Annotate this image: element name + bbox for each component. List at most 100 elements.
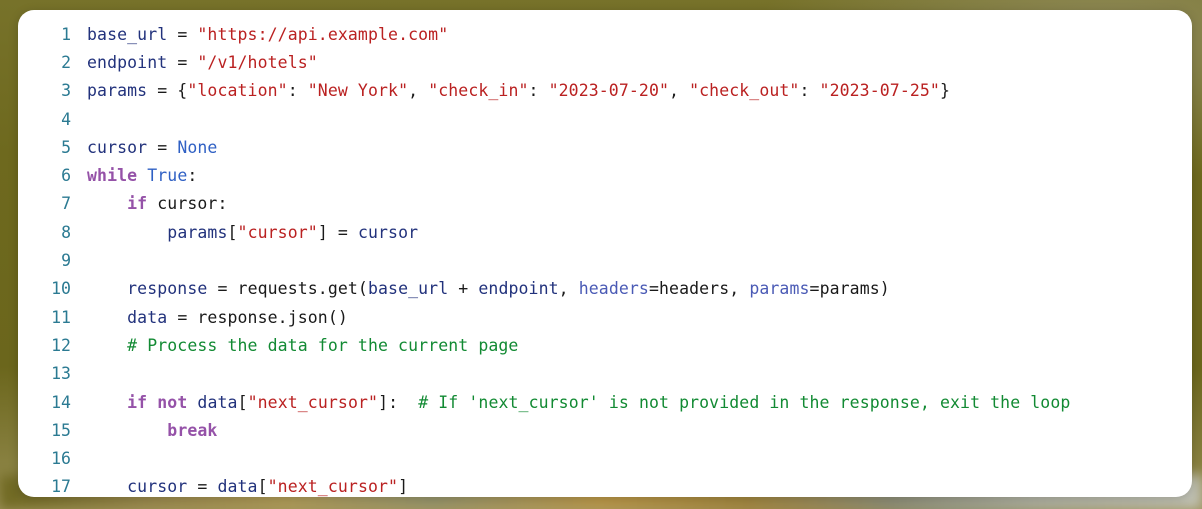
line-number: 14 (51, 392, 71, 412)
code-token-operator: ]: (378, 392, 419, 412)
code-listing: 1 base_url = "https://api.example.com" 2 en… (18, 20, 1192, 497)
line-number: 13 (51, 364, 71, 384)
code-token-variable: cursor (357, 222, 419, 242)
code-line: 10 response = requests.get(base_url + en… (18, 275, 1192, 303)
code-token-operator: = (167, 24, 198, 44)
code-token-variable: params (167, 222, 228, 242)
code-token-variable: endpoint (87, 52, 168, 72)
code-line: 2 endpoint = "/v1/hotels" (18, 48, 1192, 76)
code-line-source (87, 360, 1192, 388)
code-token-string: "location" (187, 81, 288, 101)
code-token-variable: data (217, 477, 258, 497)
code-token-operator: =params) (809, 279, 890, 299)
code-token-string: "check_in" (428, 81, 529, 101)
code-line-source: # Process the data for the current page (87, 331, 1192, 359)
code-line-source: params["cursor"] = cursor (87, 218, 1192, 246)
line-number: 16 (51, 449, 71, 469)
code-line: 1 base_url = "https://api.example.com" (18, 20, 1192, 48)
code-line: 7 if cursor: (18, 190, 1192, 218)
line-number: 12 (51, 335, 71, 355)
line-number: 9 (61, 251, 71, 271)
code-token-operator: : (187, 166, 198, 186)
code-line: 12 # Process the data for the current pa… (18, 331, 1192, 359)
code-token-string: "2023-07-25" (819, 81, 940, 101)
code-line: 6 while True: (18, 161, 1192, 189)
code-line-source: if not data["next_cursor"]: # If 'next_c… (87, 388, 1192, 416)
code-token-builtin: True (147, 166, 188, 186)
code-token-variable: params (87, 81, 148, 101)
code-token-keyword-argument: headers (578, 279, 649, 299)
code-token-variable: data (127, 307, 168, 327)
line-number: 1 (61, 24, 71, 44)
code-token-operator: = (207, 279, 238, 299)
code-token-operator: ] = (317, 222, 358, 242)
line-number: 5 (61, 137, 71, 157)
code-token-variable: cursor (87, 137, 148, 157)
code-token-operator: = (167, 52, 198, 72)
code-token-operator: + (448, 279, 479, 299)
code-token-operator: = { (147, 81, 188, 101)
code-token-string: "2023-07-20" (548, 81, 670, 101)
code-token-keyword: if (127, 392, 148, 412)
code-token-string: "/v1/hotels" (197, 52, 318, 72)
code-token-plain: response.json() (197, 307, 348, 327)
code-token-variable: cursor (127, 477, 188, 497)
line-number: 2 (61, 52, 71, 72)
code-token-operator: , (408, 81, 429, 101)
code-line-source: base_url = "https://api.example.com" (87, 20, 1192, 48)
code-line: 4 (18, 105, 1192, 133)
code-token-operator: = (187, 477, 218, 497)
code-line: 5 cursor = None (18, 133, 1192, 161)
line-number: 17 (51, 477, 71, 497)
code-token-comment: # Process the data for the current page (127, 335, 519, 355)
code-token-comment: # If 'next_cursor' is not provided in th… (418, 392, 1071, 412)
code-token-keyword: break (167, 420, 218, 440)
code-line-source: params = {"location": "New York", "check… (87, 77, 1192, 105)
code-line-source: endpoint = "/v1/hotels" (87, 48, 1192, 76)
line-number: 3 (61, 81, 71, 101)
code-token-keyword: not (157, 392, 188, 412)
code-line-source: cursor = data["next_cursor"] (87, 473, 1192, 497)
code-line: 11 data = response.json() (18, 303, 1192, 331)
code-token-operator: , (558, 279, 579, 299)
code-token-operator: , (669, 81, 690, 101)
code-token-operator: : (528, 81, 549, 101)
code-token-string: "cursor" (237, 222, 318, 242)
code-line: 8 params["cursor"] = cursor (18, 218, 1192, 246)
code-listing-body: 1 base_url = "https://api.example.com" 2 en… (18, 20, 1192, 497)
line-number: 8 (61, 222, 71, 242)
line-number: 7 (61, 194, 71, 214)
code-line: 14 if not data["next_cursor"]: # If 'nex… (18, 388, 1192, 416)
code-token-operator: ] (398, 477, 409, 497)
code-line-source: data = response.json() (87, 303, 1192, 331)
code-token-variable: data (197, 392, 238, 412)
code-line: 9 (18, 246, 1192, 274)
code-line: 16 (18, 444, 1192, 472)
code-token-plain: requests.get( (237, 279, 368, 299)
code-token-string: "New York" (307, 81, 409, 101)
code-line: 15 break (18, 416, 1192, 444)
code-line-source: if cursor: (87, 190, 1192, 218)
code-token-variable: base_url (367, 279, 449, 299)
code-token-variable: endpoint (478, 279, 559, 299)
code-token-string: "next_cursor" (267, 477, 399, 497)
code-token-operator: : (217, 194, 228, 214)
code-token-variable: response (127, 279, 208, 299)
code-token-plain: cursor (157, 194, 218, 214)
code-token-operator: : (287, 81, 308, 101)
line-number: 4 (61, 109, 71, 129)
code-line-source: response = requests.get(base_url + endpo… (87, 275, 1192, 303)
code-token-keyword-argument: params (749, 279, 810, 299)
code-token-operator: [ (237, 392, 248, 412)
line-number: 10 (51, 279, 71, 299)
code-token-string: "next_cursor" (247, 392, 379, 412)
